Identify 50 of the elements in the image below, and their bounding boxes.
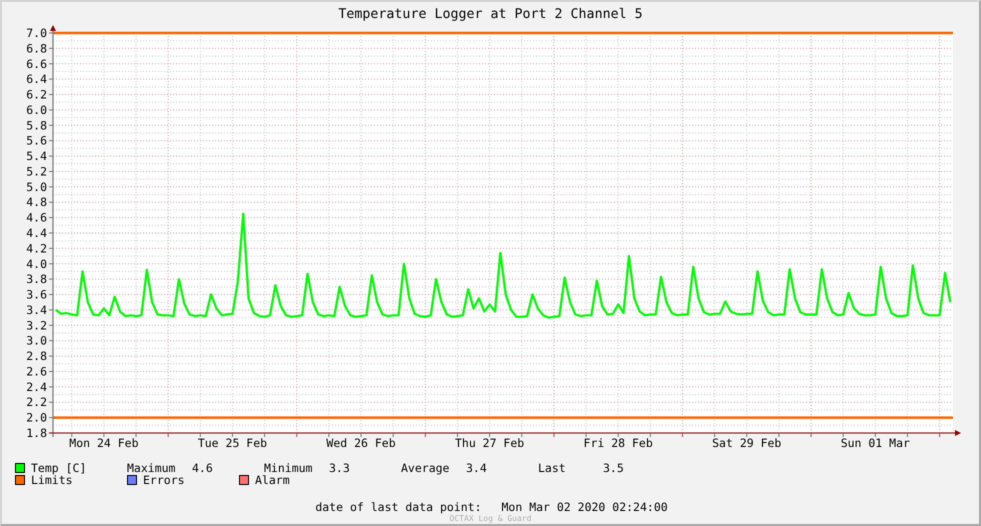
y-tick-label: 5.4 [26, 149, 47, 164]
x-tick-label: Fri 28 Feb [584, 436, 653, 450]
stat-value: 4.6 [192, 461, 214, 475]
last-data-label: date of last data point: [315, 500, 482, 514]
y-tick-label: 2.4 [26, 380, 47, 394]
y-tick-label: 4.8 [26, 195, 47, 210]
x-tick-label: Wed 26 Feb [326, 436, 396, 450]
y-tick-label: 6.8 [26, 41, 47, 56]
y-tick-label: 6.4 [26, 72, 47, 86]
stat-label: Maximum [127, 461, 176, 475]
legend-label: Alarm [255, 473, 290, 487]
y-tick-label: 3.0 [26, 334, 47, 348]
y-tick-label: 4.2 [26, 241, 47, 256]
y-tick-label: 5.2 [26, 164, 47, 178]
y-tick-label: 6.2 [26, 88, 47, 102]
y-tick-label: 2.0 [26, 410, 47, 425]
y-tick-label: 7.0 [26, 26, 47, 40]
stat-value: 3.3 [329, 461, 351, 475]
x-tick-label: Sun 01 Mar [840, 436, 910, 450]
x-tick-label: Sat 29 Feb [712, 436, 782, 450]
y-tick-label: 2.8 [26, 349, 47, 364]
x-tick-label: Thu 27 Feb [454, 436, 524, 450]
y-tick-label: 4.4 [26, 226, 47, 240]
y-tick-label: 4.6 [26, 210, 47, 225]
x-tick-label: Tue 25 Feb [198, 436, 268, 450]
y-tick-label: 6.6 [26, 56, 47, 71]
x-tick-label: Mon 24 Feb [69, 436, 139, 450]
y-tick-label: 1.8 [26, 426, 47, 440]
stat-value: 3.4 [466, 461, 488, 475]
y-tick-label: 3.2 [26, 318, 47, 332]
y-tick-label: 5.6 [26, 134, 47, 148]
y-tick-label: 2.6 [26, 364, 47, 378]
legend-label: Limits [31, 473, 73, 487]
credit-text: OCTAX Log & Guard [450, 514, 532, 523]
legend-label: Temp [C] [31, 461, 86, 475]
y-tick-label: 5.0 [26, 180, 47, 194]
last-data-timestamp: Mon Mar 02 2020 02:24:00 [502, 500, 668, 514]
chart-title: Temperature Logger at Port 2 Channel 5 [338, 6, 643, 22]
legend-label: Errors [143, 473, 185, 487]
stat-label: Average [401, 461, 450, 475]
y-tick-label: 3.6 [26, 288, 47, 302]
y-tick-label: 4.0 [26, 256, 47, 271]
y-tick-label: 3.4 [26, 302, 47, 317]
stat-value: 3.5 [603, 461, 625, 475]
stat-label: Minimum [264, 461, 314, 475]
stat-label: Last [538, 461, 567, 475]
y-tick-label: 2.2 [26, 395, 47, 410]
y-tick-label: 5.8 [26, 118, 47, 132]
y-tick-label: 6.0 [26, 102, 47, 117]
y-tick-label: 3.8 [26, 272, 47, 286]
